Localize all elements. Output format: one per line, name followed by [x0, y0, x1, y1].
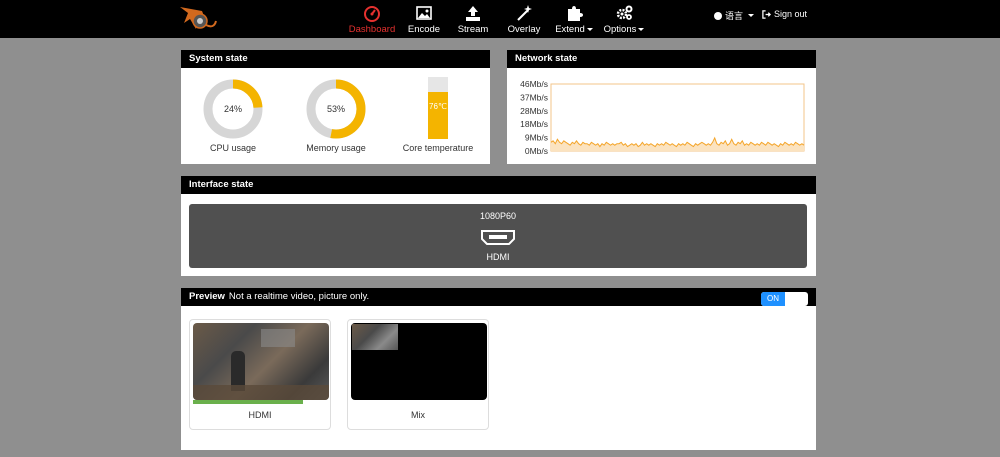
y-tick-label: 37Mb/s — [520, 92, 548, 102]
nav-label: Overlay — [507, 24, 541, 35]
panel-title: Preview Not a realtime video, picture onl… — [181, 288, 816, 306]
mix-thumbnail — [351, 323, 487, 400]
nav-encode[interactable]: Encode — [404, 4, 444, 36]
panel-title: System state — [181, 50, 490, 68]
chevron-down-icon — [748, 14, 755, 17]
hdmi-interface-box[interactable]: 1080P60 HDMI — [189, 204, 807, 268]
cpu-label: CPU usage — [209, 143, 257, 153]
globe-icon — [714, 11, 722, 20]
panel-title: Interface state — [181, 176, 816, 194]
image-icon — [416, 6, 432, 20]
sign-out-icon — [762, 9, 771, 19]
panel-title: Network state — [507, 50, 816, 68]
cpu-value: 24% — [223, 104, 242, 114]
temperature-label: Core temperature — [402, 143, 474, 153]
nav-stream[interactable]: Stream — [453, 4, 493, 36]
puzzle-icon — [568, 6, 583, 21]
gears-icon — [616, 5, 633, 20]
preview-title: Preview — [189, 291, 225, 302]
nav-options[interactable]: Options — [603, 4, 645, 36]
preview-toggle[interactable]: ON — [761, 292, 808, 306]
y-tick-label: 18Mb/s — [520, 119, 548, 129]
network-chart: 46Mb/s 37Mb/s 28Mb/s 18Mb/s 9Mb/s 0Mb/s — [520, 79, 805, 156]
nav-label: Stream — [457, 24, 489, 35]
chart-plot-area — [550, 83, 805, 152]
nav-extend[interactable]: Extend — [553, 4, 595, 36]
audio-level-bar — [193, 400, 303, 404]
toggle-on-label: ON — [761, 292, 785, 306]
preview-subtitle: Not a realtime video, picture only. — [228, 291, 370, 302]
chevron-down-icon — [638, 27, 645, 31]
nav-label: Encode — [407, 24, 441, 35]
mix-pip-thumbnail — [352, 324, 398, 350]
memory-label: Memory usage — [306, 143, 366, 153]
y-tick-label: 9Mb/s — [525, 133, 548, 143]
upload-icon — [466, 6, 480, 21]
logo — [180, 7, 217, 29]
series-line — [550, 136, 805, 148]
preview-card-mix[interactable]: Mix — [347, 319, 489, 430]
y-tick-label: 0Mb/s — [525, 146, 548, 156]
language-label: 语言 — [725, 11, 744, 21]
chevron-down-icon — [586, 27, 593, 31]
sign-out-label: Sign out — [774, 9, 808, 19]
temperature-bar: 76℃ — [428, 77, 448, 139]
language-menu[interactable]: 语言 — [714, 9, 755, 22]
nav-label: Extend — [553, 24, 595, 35]
temperature-value: 76℃ — [429, 102, 447, 111]
memory-value: 53% — [326, 104, 345, 114]
top-navbar: Dashboard Encode Stream Overlay Extend O… — [0, 0, 1000, 38]
nav-label: Dashboard — [348, 24, 396, 35]
hdmi-port-icon — [481, 230, 515, 245]
sign-out-button[interactable]: Sign out — [762, 9, 807, 19]
y-tick-label: 46Mb/s — [520, 79, 548, 89]
magic-wand-icon — [517, 5, 532, 21]
dashboard-icon — [364, 6, 380, 22]
nav-overlay[interactable]: Overlay — [504, 4, 544, 36]
y-tick-label: 28Mb/s — [520, 106, 548, 116]
card-label: HDMI — [248, 410, 272, 420]
card-label: Mix — [411, 410, 425, 420]
temperature-fill — [428, 91, 448, 139]
preview-card-hdmi[interactable]: HDMI — [189, 319, 331, 430]
nav-label: Options — [603, 24, 645, 35]
port-label: HDMI — [486, 252, 510, 262]
resolution-label: 1080P60 — [479, 211, 517, 221]
hdmi-thumbnail — [193, 323, 329, 400]
nav-dashboard[interactable]: Dashboard — [346, 4, 398, 36]
